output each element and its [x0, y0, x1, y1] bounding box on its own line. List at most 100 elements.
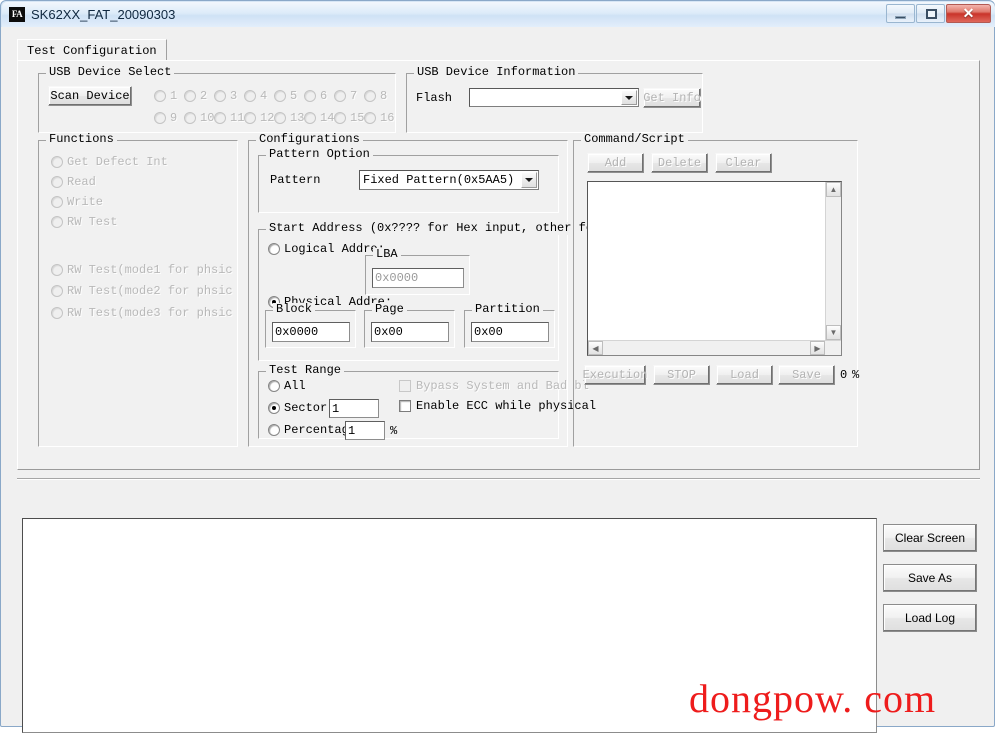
radio-dot-icon [364, 90, 376, 102]
radio-range-sector[interactable]: Sector [268, 401, 327, 415]
sector-input[interactable]: 1 [329, 399, 379, 418]
radio-dot-icon [51, 285, 63, 297]
stop-button[interactable]: STOP [653, 365, 710, 385]
radio-label: 9 [170, 111, 178, 125]
radio-device-6[interactable]: 6 [304, 89, 327, 103]
group-title-partition: Partition [472, 303, 543, 316]
radio-dot-icon [244, 112, 256, 124]
radio-device-1[interactable]: 1 [154, 89, 177, 103]
radio-range-all[interactable]: All [268, 379, 306, 393]
radio-dot-icon [214, 90, 226, 102]
radio-logical-address[interactable]: Logical Addre: [268, 242, 385, 256]
group-lba: LBA 0x0000 [365, 248, 470, 295]
clear-button[interactable]: Clear [715, 153, 772, 173]
radio-device-13[interactable]: 13 [274, 111, 304, 125]
group-command-script: Command/Script Add Delete Clear ▲ ▼ ◀ ▶ … [573, 133, 859, 447]
chevron-down-icon[interactable] [621, 90, 637, 105]
delete-button[interactable]: Delete [651, 153, 708, 173]
radio-device-4[interactable]: 4 [244, 89, 267, 103]
radio-dot-icon [268, 402, 280, 414]
group-pattern-option: Pattern Option Pattern Fixed Pattern(0x5… [258, 148, 559, 213]
log-actions: Clear Screen Save As Load Log [883, 524, 983, 644]
radio-range-percentage[interactable]: Percentage [268, 423, 356, 437]
radio-label: 16 [380, 111, 395, 125]
radio-rw-test-mode1[interactable]: RW Test(mode1 for phsic [51, 263, 233, 277]
radio-rw-test[interactable]: RW Test [51, 215, 117, 229]
radio-device-16[interactable]: 16 [364, 111, 394, 125]
radio-device-14[interactable]: 14 [304, 111, 334, 125]
radio-dot-icon [334, 90, 346, 102]
script-listbox[interactable]: ▲ ▼ ◀ ▶ [587, 181, 842, 356]
checkbox-enable-ecc-while-physical[interactable]: Enable ECC while physical [399, 399, 596, 413]
scroll-up-icon[interactable]: ▲ [826, 182, 841, 197]
load-log-button[interactable]: Load Log [883, 604, 977, 632]
radio-device-12[interactable]: 12 [244, 111, 274, 125]
radio-device-5[interactable]: 5 [274, 89, 297, 103]
scroll-down-icon[interactable]: ▼ [826, 325, 841, 340]
radio-dot-icon [274, 112, 286, 124]
scroll-right-icon[interactable]: ▶ [810, 341, 825, 355]
checkbox-bypass-system-and-bad-block[interactable]: Bypass System and Bad bl [399, 379, 589, 393]
clear-screen-button[interactable]: Clear Screen [883, 524, 977, 552]
minimize-button[interactable] [886, 4, 915, 23]
checkbox-icon [399, 380, 411, 392]
scan-device-button[interactable]: Scan Device [48, 86, 132, 106]
radio-dot-icon [184, 112, 196, 124]
radio-device-7[interactable]: 7 [334, 89, 357, 103]
radio-device-15[interactable]: 15 [334, 111, 364, 125]
radio-rw-test-mode3[interactable]: RW Test(mode3 for phsic [51, 306, 233, 320]
percentage-input[interactable]: 1 [345, 421, 385, 440]
maximize-button[interactable] [916, 4, 945, 23]
block-input[interactable]: 0x0000 [272, 322, 350, 342]
page-input[interactable]: 0x00 [371, 322, 449, 342]
radio-device-11[interactable]: 11 [214, 111, 244, 125]
save-button[interactable]: Save [778, 365, 835, 385]
radio-device-8[interactable]: 8 [364, 89, 387, 103]
execution-button[interactable]: Execution [583, 365, 647, 385]
radio-label: 4 [260, 89, 268, 103]
radio-label: Sector [284, 401, 328, 415]
radio-device-9[interactable]: 9 [154, 111, 177, 125]
flash-combo[interactable] [469, 88, 639, 107]
get-info-button[interactable]: Get Info [643, 88, 701, 108]
radio-dot-icon [154, 112, 166, 124]
radio-write[interactable]: Write [51, 195, 103, 209]
pattern-combo[interactable]: Fixed Pattern(0x5AA5) [359, 170, 539, 190]
radio-dot-icon [304, 90, 316, 102]
application-window: FA SK62XX_FAT_20090303 ✕ Test Configurat… [0, 0, 995, 733]
add-button[interactable]: Add [587, 153, 644, 173]
group-usb-device-select: USB Device Select Scan Device 1 2 3 4 5 … [38, 66, 396, 133]
radio-get-defect-int[interactable]: Get Defect Int [51, 155, 168, 169]
tab-test-configuration[interactable]: Test Configuration [17, 39, 167, 61]
script-vertical-scrollbar[interactable]: ▲ ▼ [825, 182, 841, 355]
group-title-block: Block [273, 303, 316, 316]
radio-rw-test-mode2[interactable]: RW Test(mode2 for phsic [51, 284, 233, 298]
close-button[interactable]: ✕ [946, 4, 991, 23]
radio-read[interactable]: Read [51, 175, 96, 189]
partition-input[interactable]: 0x00 [471, 322, 549, 342]
radio-label: 3 [230, 89, 238, 103]
chevron-down-icon[interactable] [521, 172, 537, 188]
flash-label: Flash [416, 91, 453, 105]
lba-input[interactable]: 0x0000 [372, 268, 464, 288]
radio-label: RW Test(mode1 for phsic [67, 263, 233, 277]
load-button[interactable]: Load [716, 365, 773, 385]
radio-device-2[interactable]: 2 [184, 89, 207, 103]
window-title: SK62XX_FAT_20090303 [31, 7, 176, 22]
radio-label: Get Defect Int [67, 155, 168, 169]
radio-dot-icon [364, 112, 376, 124]
radio-device-10[interactable]: 10 [184, 111, 214, 125]
group-page: Page 0x00 [364, 303, 455, 348]
save-as-button[interactable]: Save As [883, 564, 977, 592]
scroll-left-icon[interactable]: ◀ [588, 341, 603, 355]
radio-dot-icon [51, 156, 63, 168]
radio-label: 8 [380, 89, 388, 103]
watermark-text: dongpow. com [689, 676, 937, 721]
group-title-test-range: Test Range [266, 364, 345, 377]
script-horizontal-scrollbar[interactable]: ◀ ▶ [588, 340, 841, 355]
radio-dot-icon [51, 307, 63, 319]
radio-device-3[interactable]: 3 [214, 89, 237, 103]
pattern-combo-value: Fixed Pattern(0x5AA5) [363, 173, 515, 187]
group-partition: Partition 0x00 [464, 303, 555, 348]
group-test-range: Test Range All Sector 1 Percentage 1 % B… [258, 364, 596, 440]
